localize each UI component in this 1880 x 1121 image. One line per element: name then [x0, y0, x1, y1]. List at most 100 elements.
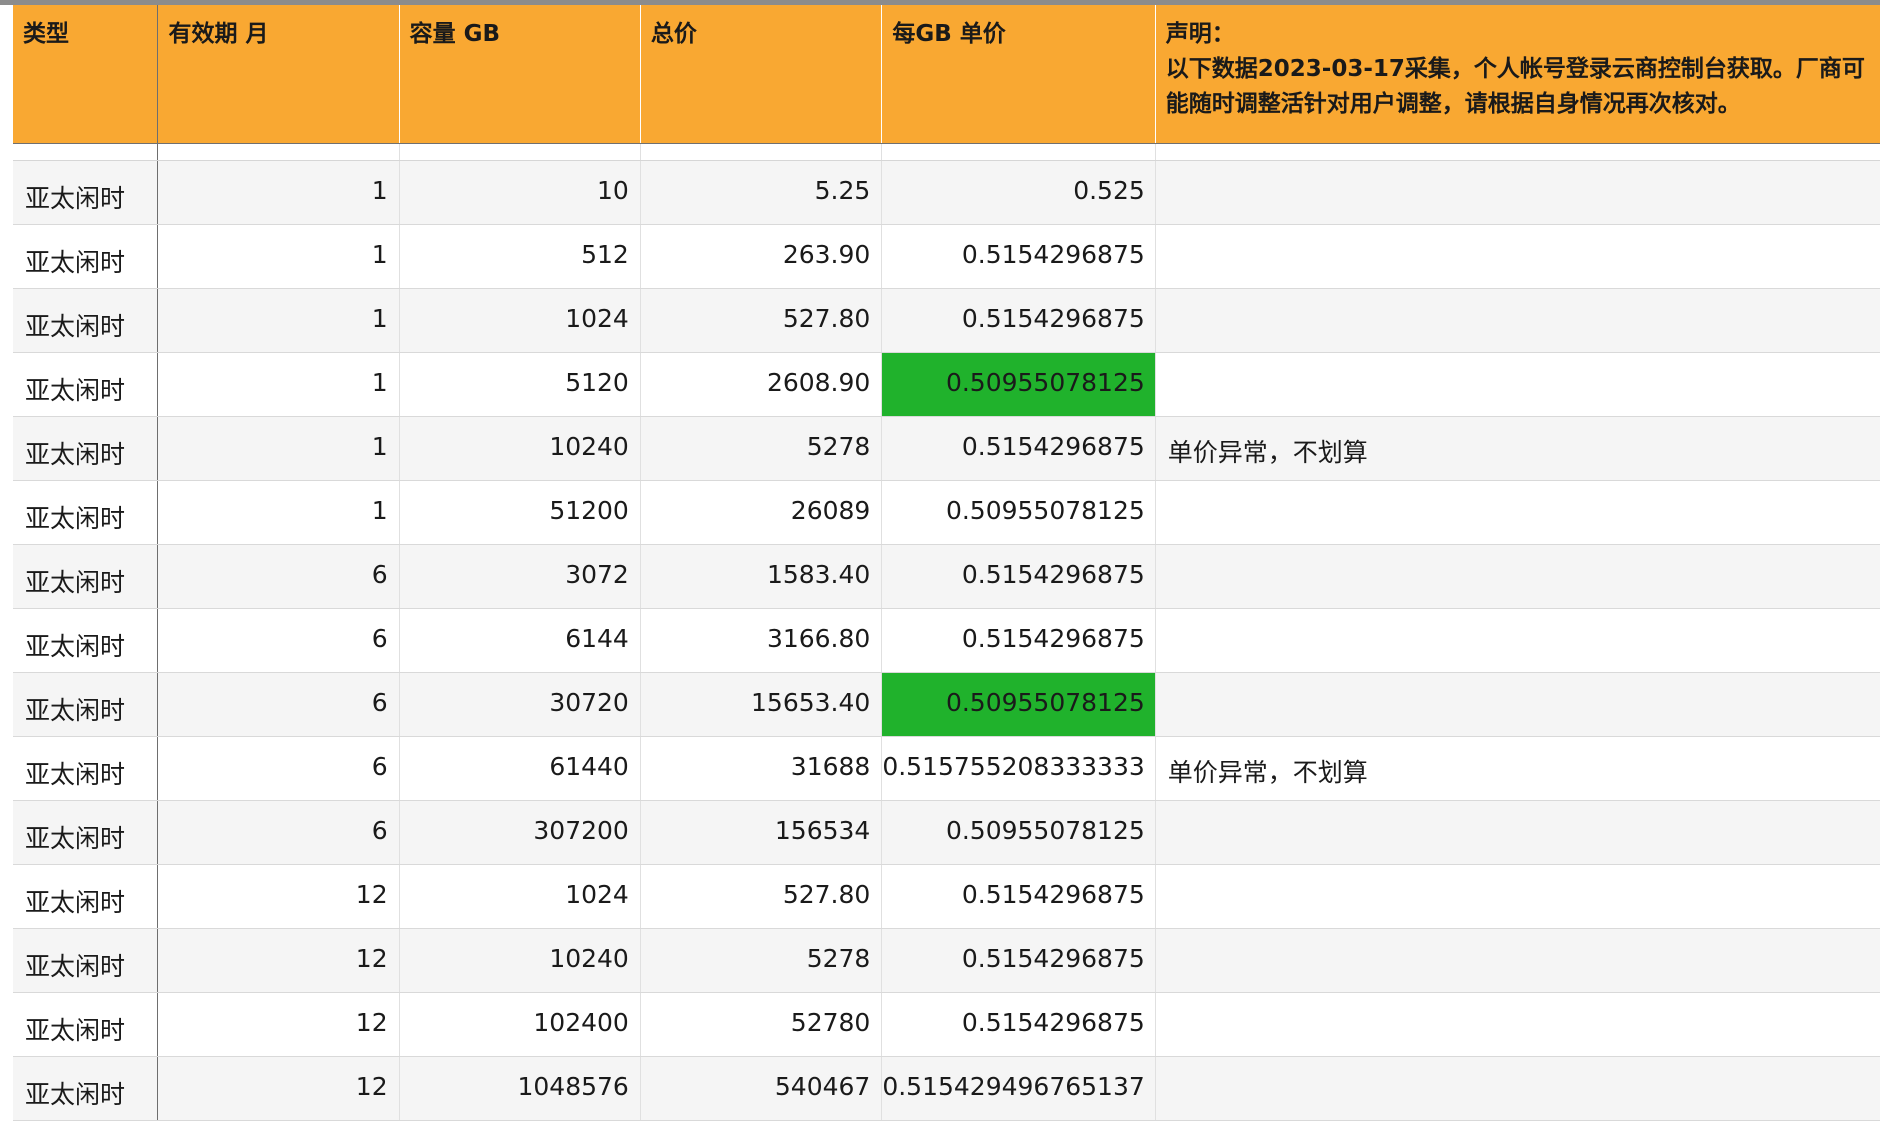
cell-unit-price[interactable]: 0.5154296875 — [881, 992, 1156, 1057]
cell-type[interactable]: 亚太闲时 — [13, 544, 159, 609]
cell-capacity[interactable]: 51200 — [399, 480, 641, 545]
cell-capacity[interactable]: 1024 — [399, 288, 641, 353]
cell-months[interactable]: 1 — [157, 480, 400, 545]
cell-total[interactable]: 527.80 — [640, 288, 883, 353]
cell-capacity[interactable]: 102400 — [399, 992, 641, 1057]
header-cell-months[interactable]: 有效期 月 — [157, 5, 400, 144]
cell-unit-price[interactable]: 0.5154296875 — [881, 544, 1156, 609]
cell-type[interactable]: 亚太闲时 — [13, 160, 159, 225]
cell-capacity[interactable]: 10240 — [399, 928, 641, 993]
cell-total[interactable]: 3166.80 — [640, 608, 883, 673]
cell-unit-price[interactable]: 0.515429496765137 — [881, 1056, 1156, 1121]
cell-capacity[interactable]: 3072 — [399, 544, 641, 609]
cell-note[interactable] — [1155, 288, 1880, 353]
cell-note[interactable] — [1155, 800, 1880, 865]
cell-total[interactable]: 2608.90 — [640, 352, 883, 417]
header-cell-type[interactable]: 类型 — [13, 5, 159, 144]
cell-months[interactable]: 1 — [157, 288, 400, 353]
cell-note[interactable] — [1155, 1056, 1880, 1121]
cell-capacity[interactable]: 5120 — [399, 352, 641, 417]
cell-unit-price[interactable]: 0.50955078125 — [881, 800, 1156, 865]
cell-type[interactable]: 亚太闲时 — [13, 672, 159, 737]
cell-type[interactable]: 亚太闲时 — [13, 1056, 159, 1121]
cell-capacity[interactable]: 1024 — [399, 864, 641, 929]
cell-months[interactable]: 12 — [157, 992, 400, 1057]
cell-months[interactable]: 6 — [157, 544, 400, 609]
cell-type[interactable]: 亚太闲时 — [13, 864, 159, 929]
cell-capacity[interactable]: 307200 — [399, 800, 641, 865]
cell-total[interactable]: 5.25 — [640, 160, 883, 225]
cell-unit-price[interactable]: 0.5154296875 — [881, 416, 1156, 481]
cell-unit-price[interactable]: 0.50955078125 — [881, 672, 1156, 737]
header-cell-notice[interactable]: 声明： 以下数据2023-03-17采集，个人帐号登录云商控制台获取。厂商可能随… — [1155, 5, 1880, 144]
cell-capacity[interactable]: 10240 — [399, 416, 641, 481]
cell-type[interactable]: 亚太闲时 — [13, 416, 159, 481]
cell-capacity[interactable]: 30720 — [399, 672, 641, 737]
cell-unit-price[interactable]: 0.50955078125 — [881, 480, 1156, 545]
cell-note[interactable] — [1155, 224, 1880, 289]
cell-capacity[interactable]: 512 — [399, 224, 641, 289]
cell-type[interactable]: 亚太闲时 — [13, 992, 159, 1057]
cell-months[interactable]: 6 — [157, 736, 400, 801]
cell-type[interactable]: 亚太闲时 — [13, 608, 159, 673]
cell-months[interactable]: 1 — [157, 160, 400, 225]
cell-months[interactable]: 1 — [157, 352, 400, 417]
cell-unit-price[interactable]: 0.5154296875 — [881, 224, 1156, 289]
cell-note[interactable] — [1155, 992, 1880, 1057]
cell-total[interactable]: 31688 — [640, 736, 883, 801]
cell-unit-price[interactable]: 0.5154296875 — [881, 864, 1156, 929]
cell-unit-price[interactable]: 0.5154296875 — [881, 928, 1156, 993]
cell-type[interactable]: 亚太闲时 — [13, 928, 159, 993]
cell-total[interactable]: 52780 — [640, 992, 883, 1057]
cell-total[interactable]: 156534 — [640, 800, 883, 865]
cell-type[interactable]: 亚太闲时 — [13, 736, 159, 801]
cell-type[interactable]: 亚太闲时 — [13, 352, 159, 417]
cell-type[interactable]: 亚太闲时 — [13, 800, 159, 865]
cell-months[interactable]: 12 — [157, 928, 400, 993]
cell-total[interactable]: 15653.40 — [640, 672, 883, 737]
cell-capacity[interactable]: 1048576 — [399, 1056, 641, 1121]
cell-note[interactable] — [1155, 672, 1880, 737]
cell-note[interactable] — [1155, 608, 1880, 673]
cell-months[interactable]: 6 — [157, 672, 400, 737]
cell-unit-price[interactable]: 0.5154296875 — [881, 288, 1156, 353]
cell-months[interactable]: 12 — [157, 1056, 400, 1121]
cell-months[interactable]: 6 — [157, 608, 400, 673]
cell-unit-price[interactable]: 0.525 — [881, 160, 1156, 225]
cell-total[interactable]: 540467 — [640, 1056, 883, 1121]
cell-type[interactable]: 亚太闲时 — [13, 480, 159, 545]
spacer-cell[interactable] — [399, 143, 641, 161]
cell-months[interactable]: 6 — [157, 800, 400, 865]
cell-capacity[interactable]: 6144 — [399, 608, 641, 673]
cell-note[interactable] — [1155, 928, 1880, 993]
cell-unit-price[interactable]: 0.50955078125 — [881, 352, 1156, 417]
cell-note[interactable]: 单价异常，不划算 — [1155, 416, 1880, 481]
spacer-cell[interactable] — [881, 143, 1156, 161]
header-cell-total[interactable]: 总价 — [640, 5, 883, 144]
cell-months[interactable]: 1 — [157, 416, 400, 481]
cell-note[interactable] — [1155, 160, 1880, 225]
cell-total[interactable]: 527.80 — [640, 864, 883, 929]
cell-total[interactable]: 5278 — [640, 928, 883, 993]
header-cell-unit-price[interactable]: 每GB 单价 — [881, 5, 1156, 144]
cell-months[interactable]: 12 — [157, 864, 400, 929]
cell-note[interactable] — [1155, 480, 1880, 545]
cell-unit-price[interactable]: 0.5154296875 — [881, 608, 1156, 673]
cell-note[interactable]: 单价异常，不划算 — [1155, 736, 1880, 801]
spacer-cell[interactable] — [157, 143, 400, 161]
cell-note[interactable] — [1155, 352, 1880, 417]
cell-total[interactable]: 1583.40 — [640, 544, 883, 609]
header-cell-capacity[interactable]: 容量 GB — [399, 5, 641, 144]
cell-capacity[interactable]: 61440 — [399, 736, 641, 801]
cell-type[interactable]: 亚太闲时 — [13, 224, 159, 289]
spacer-cell[interactable] — [640, 143, 883, 161]
cell-total[interactable]: 263.90 — [640, 224, 883, 289]
cell-unit-price[interactable]: 0.515755208333333 — [881, 736, 1156, 801]
cell-note[interactable] — [1155, 544, 1880, 609]
cell-type[interactable]: 亚太闲时 — [13, 288, 159, 353]
cell-months[interactable]: 1 — [157, 224, 400, 289]
cell-total[interactable]: 26089 — [640, 480, 883, 545]
cell-note[interactable] — [1155, 864, 1880, 929]
cell-total[interactable]: 5278 — [640, 416, 883, 481]
cell-capacity[interactable]: 10 — [399, 160, 641, 225]
